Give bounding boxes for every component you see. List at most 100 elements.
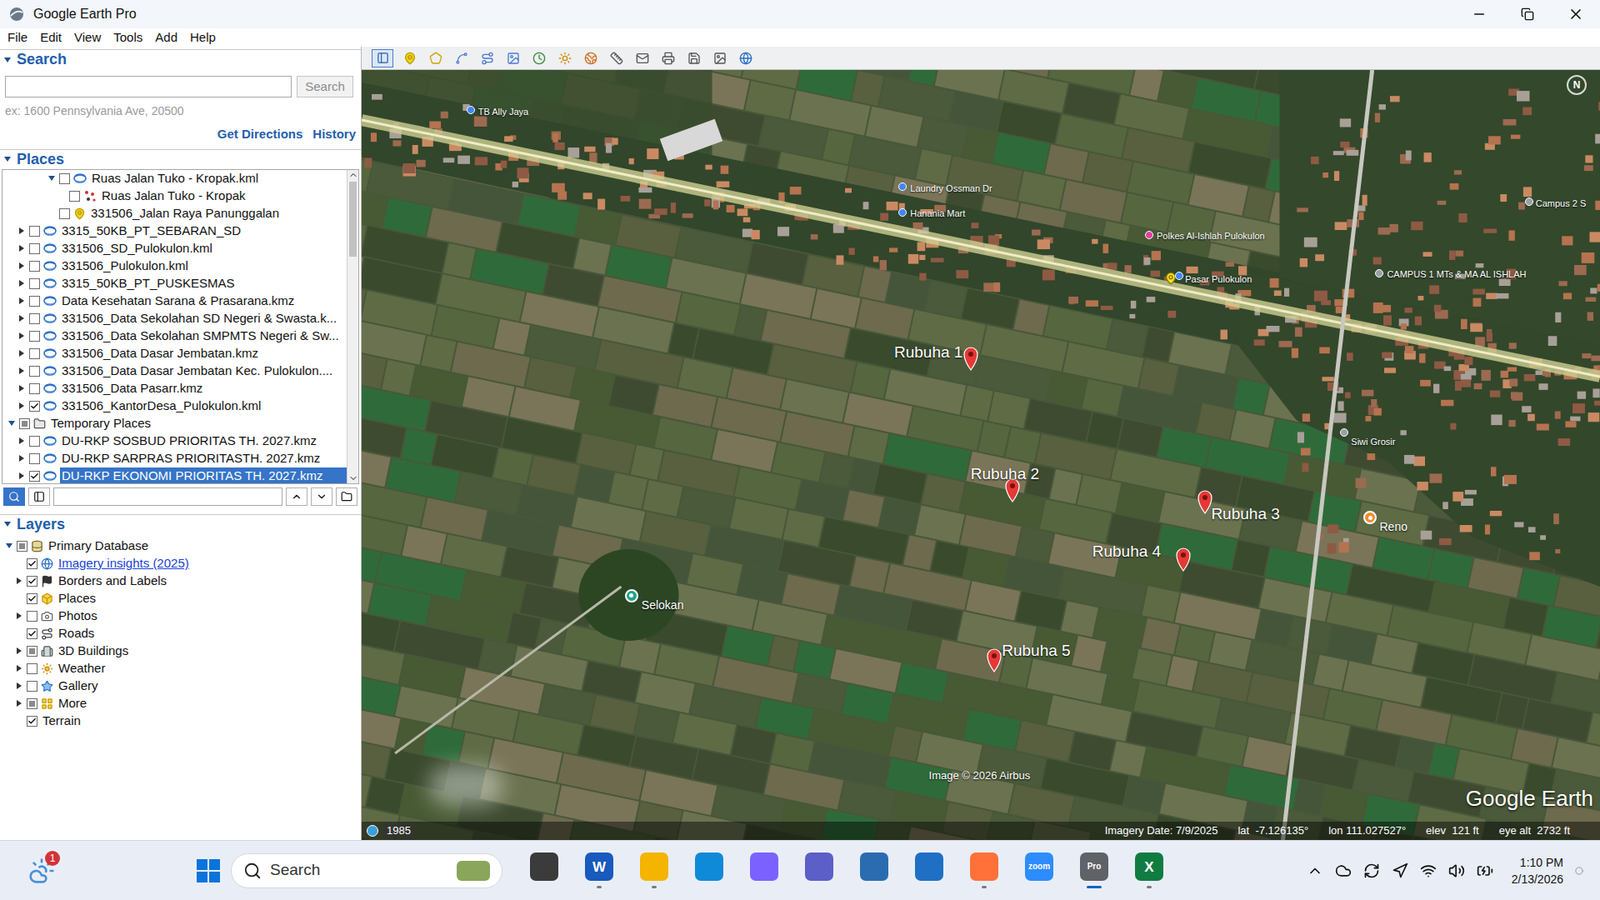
map-label[interactable]: Rubuha 4 [1092,543,1161,560]
tree-item-label[interactable]: Temporary Places [49,414,153,434]
places-panel-header[interactable]: Places [0,149,361,170]
compass[interactable]: N [1566,75,1587,95]
expand-arrow-icon[interactable] [17,454,26,463]
expand-arrow-icon[interactable] [17,471,26,480]
balloon-pin-icon[interactable] [1175,546,1192,572]
map-label[interactable]: Laundry Ossman Dr [910,184,992,194]
layer-item[interactable]: Primary Database [0,537,361,555]
close-button[interactable] [1551,0,1600,29]
map-view[interactable]: Rubuha 1Rubuha 2Rubuha 3Rubuha 4Rubuha 5… [361,70,1600,840]
tree-item-label[interactable]: Borders and Labels [56,571,169,591]
places-item[interactable]: 331506_Data Pasarr.kmz [2,380,347,398]
checkbox[interactable] [29,365,40,377]
places-scrollbar[interactable] [346,170,359,484]
layer-item[interactable]: Photos [0,607,361,625]
balloon-pin-icon[interactable] [1004,477,1021,503]
map-label[interactable]: Rubuha 3 [1210,505,1280,522]
tree-item-label[interactable]: More [56,694,89,714]
places-item[interactable]: 3315_50KB_PT_SEBARAN_SD [2,222,347,240]
taskbar-app[interactable]: Pro [1074,845,1115,896]
layer-item[interactable]: Terrain [0,712,361,730]
checkbox[interactable] [26,715,38,727]
map-label[interactable]: Siwi Grosir [1350,437,1395,447]
places-item[interactable]: 331506_Data Sekolahan SD Negeri & Swasta… [2,310,347,328]
taskbar-search[interactable]: Search [230,853,503,889]
toggle-panel-button[interactable] [28,487,50,506]
toolbar-button[interactable] [555,49,575,68]
poi-marker-icon[interactable] [1145,230,1154,240]
layer-item[interactable]: Gallery [0,677,361,695]
places-item[interactable]: 331506_Pulokulon.kml [2,257,347,275]
tree-item-label[interactable]: 3D Buildings [56,641,130,661]
expand-arrow-icon[interactable] [15,646,24,655]
toolbar-button[interactable] [504,49,523,68]
expand-arrow-icon[interactable] [17,436,26,445]
toolbar-button[interactable] [607,49,626,68]
add-folder-button[interactable] [335,487,358,506]
search-panel-header[interactable]: Search [0,49,361,70]
toolbar-button[interactable] [710,49,730,68]
poi-marker-icon[interactable] [466,105,475,115]
expand-arrow-icon[interactable] [15,664,24,673]
expand-arrow-icon[interactable] [17,349,26,358]
checkbox[interactable] [26,663,38,675]
checkbox[interactable] [26,680,38,692]
tree-item-label[interactable]: Terrain [40,711,83,731]
expand-arrow-icon[interactable] [17,384,26,393]
checkbox[interactable] [29,330,40,342]
checkbox[interactable] [26,645,38,657]
expand-arrow-icon[interactable] [5,541,14,550]
taskbar-app[interactable] [964,845,1005,896]
places-item[interactable]: Temporary Places [2,415,347,433]
tree-item-label[interactable]: 331506_Data Dasar Jembatan.kmz [60,344,260,364]
search-link[interactable]: History [312,125,356,145]
layer-item[interactable]: Borders and Labels [0,572,361,590]
menu-item[interactable]: Tools [113,28,143,48]
checkbox[interactable] [69,190,80,202]
places-item[interactable]: DU-RKP SOSBUD PRIORITAS TH. 2027.kmz [2,432,347,450]
poi-marker-icon[interactable] [898,208,907,217]
toolbar-button[interactable] [581,49,600,68]
expand-arrow-icon[interactable] [17,401,26,410]
expand-arrow-icon[interactable] [17,244,26,253]
move-up-button[interactable] [285,487,308,506]
poi-marker-icon[interactable] [1375,269,1384,278]
expand-arrow-icon[interactable] [15,576,24,585]
places-item[interactable]: DU-RKP EKONOMI PRIORITAS TH. 2027.kmz [2,467,347,484]
layer-item[interactable]: Roads [0,625,361,643]
windows-start-icon[interactable] [195,858,221,884]
poi-marker-icon[interactable] [1340,428,1349,437]
expand-arrow-icon[interactable] [17,279,26,288]
poi-marker-icon[interactable] [1525,197,1534,206]
taskbar-app[interactable] [634,845,675,896]
location-icon[interactable] [1391,862,1409,880]
toolbar-button[interactable] [685,49,704,68]
checkbox[interactable] [26,610,38,622]
map-label[interactable]: Rubuha 2 [970,465,1040,482]
places-item[interactable]: DU-RKP SARPRAS PRIORITASTH. 2027.kmz [2,450,347,468]
checkbox[interactable] [29,383,40,395]
expand-arrow-icon[interactable] [47,174,56,183]
checkbox[interactable] [29,435,40,447]
map-label[interactable]: Reno [1379,520,1407,533]
checkbox[interactable] [26,628,38,640]
expand-arrow-icon[interactable] [17,261,26,270]
map-label[interactable]: Rubuha 5 [1001,642,1070,659]
taskbar-app[interactable]: X [1129,845,1170,896]
layer-item[interactable]: Places [0,590,361,608]
toolbar-button[interactable] [530,49,549,68]
move-down-button[interactable] [310,487,333,506]
places-item[interactable]: Ruas Jalan Tuko - Kropak.kml [2,170,347,188]
sidebar-toggle-button[interactable] [371,49,394,68]
map-label[interactable]: CAMPUS 1 MTs & MA AL ISHLAH [1386,270,1526,280]
places-item[interactable]: 331506_SD_Pulokulon.kml [2,240,347,258]
balloon-pin-icon[interactable] [962,345,980,371]
checkbox[interactable] [29,453,40,465]
toolbar-button[interactable] [633,49,652,68]
poi-marker-icon[interactable] [898,182,907,191]
checkbox[interactable] [29,348,40,360]
taskbar-app[interactable]: W [579,845,620,896]
tree-item-label[interactable]: Ruas Jalan Tuko - Kropak [100,186,248,206]
battery-icon[interactable] [1476,862,1494,880]
tree-item-label[interactable]: 331506_Data Sekolahan SD Negeri & Swasta… [60,309,339,329]
